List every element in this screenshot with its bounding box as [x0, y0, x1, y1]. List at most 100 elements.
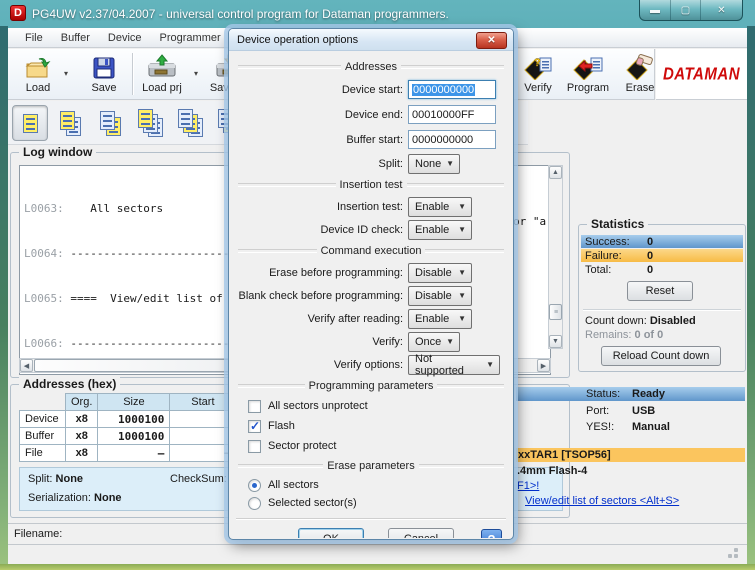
scroll-thumb[interactable]: ≡ [549, 304, 562, 320]
load-dropdown-arrow[interactable]: ▾ [64, 69, 68, 78]
buffer-view-button-1[interactable] [12, 105, 48, 141]
menu-buffer[interactable]: Buffer [52, 30, 99, 46]
checksum-label: CheckSum: [170, 473, 227, 485]
load-prj-button[interactable]: Load prj [138, 52, 186, 94]
verify-options-select[interactable]: Not supported▼ [408, 355, 500, 375]
erase-section-header: Erase parameters [238, 458, 504, 474]
port-label: Port: [586, 405, 632, 417]
countdown-value: Disabled [650, 315, 696, 327]
chevron-down-icon: ▼ [458, 225, 466, 234]
menu-file[interactable]: File [16, 30, 52, 46]
selected-sectors-radio[interactable] [248, 497, 261, 510]
menu-programmer[interactable]: Programmer [151, 30, 230, 46]
split-select[interactable]: None▼ [408, 154, 460, 174]
program-button[interactable]: Program [564, 52, 612, 94]
load-prj-icon [138, 52, 186, 80]
close-button[interactable]: ✕ [700, 0, 742, 20]
blank-check-label: Blank check before programming: [230, 290, 408, 302]
scroll-left-arrow[interactable]: ◀ [20, 359, 33, 372]
device-start-field[interactable]: 0000000000 [408, 80, 496, 99]
verify-select[interactable]: Once▼ [408, 332, 460, 352]
status-label: Status: [586, 388, 632, 400]
flash-checkbox[interactable] [248, 420, 261, 433]
toolbar-separator [132, 53, 133, 95]
table-header-row: Org. Size Start [20, 394, 236, 411]
device-end-field[interactable]: 00010000FF [408, 105, 496, 124]
insertion-test-select[interactable]: Enable▼ [408, 197, 472, 217]
split-label: Split: [230, 158, 408, 170]
erase-before-select[interactable]: Disable▼ [408, 263, 472, 283]
verify-chip-icon: ? [514, 52, 562, 80]
chevron-down-icon: ▼ [458, 291, 466, 300]
program-label: Program [564, 82, 612, 94]
countdown-label: Count down: [585, 315, 647, 327]
sector-protect-checkbox[interactable] [248, 440, 261, 453]
window-controls: ▬ ▢ ✕ [639, 0, 743, 21]
verify-label: Verify [514, 82, 562, 94]
document-icon [178, 109, 193, 128]
all-sectors-unprotect-checkbox[interactable] [248, 400, 261, 413]
app-icon: D [10, 5, 26, 21]
scroll-up-arrow[interactable]: ▲ [549, 166, 562, 179]
col-size: Size [98, 394, 170, 411]
buffer-view-button-4[interactable] [132, 105, 168, 141]
svg-text:?: ? [534, 57, 541, 69]
port-value: USB [632, 405, 655, 417]
ok-button[interactable]: OK [298, 528, 364, 538]
buffer-start-field[interactable]: 0000000000 [408, 130, 496, 149]
load-prj-dropdown-arrow[interactable]: ▾ [194, 69, 198, 78]
load-button[interactable]: Load [14, 52, 62, 94]
titlebar: D PG4UW v2.37/04.2007 - universal contro… [0, 0, 755, 28]
addresses-title: Addresses (hex) [19, 377, 120, 391]
scroll-right-arrow[interactable]: ▶ [537, 359, 550, 372]
buffer-view-button-2[interactable] [52, 105, 88, 141]
resize-grip[interactable] [734, 554, 738, 558]
verify-button[interactable]: ? Verify [514, 52, 562, 94]
minimize-button[interactable]: ▬ [640, 0, 670, 20]
buffer-view-button-3[interactable] [92, 105, 128, 141]
insertion-section-header: Insertion test [238, 177, 504, 193]
verify-after-row: Verify after reading: Enable▼ [230, 307, 512, 330]
menu-device[interactable]: Device [99, 30, 151, 46]
verify-label: Verify: [230, 336, 408, 348]
reload-countdown-button[interactable]: Reload Count down [601, 346, 721, 366]
maximize-button[interactable]: ▢ [670, 0, 700, 20]
col-start: Start [170, 394, 236, 411]
save-floppy-icon [80, 52, 128, 80]
scroll-down-arrow[interactable]: ▼ [549, 335, 562, 348]
reset-button[interactable]: Reset [627, 281, 693, 301]
failure-label: Failure: [585, 250, 622, 262]
chevron-down-icon: ▼ [486, 360, 494, 369]
all-sectors-unprotect-label: All sectors unprotect [268, 400, 368, 412]
device-id-check-select[interactable]: Enable▼ [408, 220, 472, 240]
dialog-button-separator [236, 518, 506, 520]
dialog-body: Addresses Device start: 0000000000 Devic… [230, 51, 512, 538]
dialog-title: Device operation options [237, 34, 358, 46]
remains-value: 0 of 0 [635, 329, 664, 341]
save-button[interactable]: Save [80, 52, 128, 94]
help-button[interactable]: ? [481, 529, 502, 539]
dialog-buttons: OK Cancel ? [298, 528, 502, 538]
document-icon [23, 114, 38, 133]
cancel-button[interactable]: Cancel [388, 528, 454, 538]
chevron-down-icon: ▼ [458, 314, 466, 323]
save-label: Save [80, 82, 128, 94]
serialization-value: None [94, 492, 122, 504]
dialog-close-button[interactable]: ✕ [476, 32, 507, 49]
device-test-link[interactable]: F1>! [517, 480, 539, 492]
verify-after-label: Verify after reading: [230, 313, 408, 325]
verify-after-select[interactable]: Enable▼ [408, 309, 472, 329]
program-chip-icon [564, 52, 612, 80]
view-edit-sectors-link[interactable]: View/edit list of sectors <Alt+S> [525, 495, 679, 507]
dialog-titlebar[interactable]: Device operation options ✕ [229, 29, 513, 51]
total-row: Total: 0 [581, 263, 743, 276]
all-sectors-radio[interactable] [248, 479, 261, 492]
blank-check-row: Blank check before programming: Disable▼ [230, 284, 512, 307]
serialization-label: Serialization: [28, 492, 91, 504]
blank-check-select[interactable]: Disable▼ [408, 286, 472, 306]
log-vertical-scrollbar[interactable]: ▲ ≡ ▼ [548, 165, 563, 349]
sector-protect-row: Sector protect [230, 436, 512, 456]
addresses-section-header: Addresses [238, 59, 504, 75]
buffer-start-label: Buffer start: [230, 134, 408, 146]
buffer-view-button-5[interactable] [172, 105, 208, 141]
